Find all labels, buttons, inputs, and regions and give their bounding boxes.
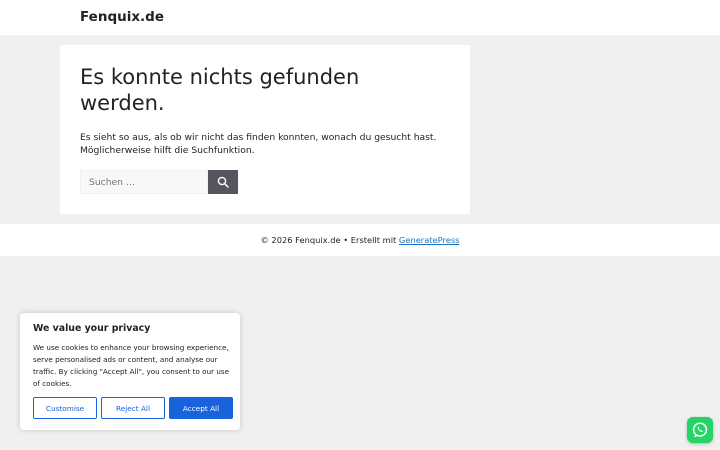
not-found-message: Es sieht so aus, als ob wir nicht das fi… [80, 131, 460, 157]
content-area: Es konnte nichts gefunden werden. Es sie… [60, 45, 470, 214]
cookie-consent-banner: We value your privacy We use cookies to … [20, 313, 240, 430]
site-title-link[interactable]: Fenquix.de [80, 9, 164, 25]
whatsapp-chat-button[interactable] [687, 417, 713, 443]
site-footer: © 2026 Fenquix.de • Erstellt mit Generat… [0, 224, 720, 256]
site-header: Fenquix.de [0, 0, 720, 35]
search-icon [217, 176, 229, 188]
customise-button[interactable]: Customise [33, 397, 97, 419]
accept-all-button[interactable]: Accept All [169, 397, 233, 419]
cookie-banner-text: We use cookies to enhance your browsing … [33, 343, 230, 388]
search-form [80, 170, 238, 194]
message-line-2: Möglicherweise hilft die Suchfunktion. [80, 145, 255, 156]
generatepress-link[interactable]: GeneratePress [399, 235, 460, 245]
whatsapp-icon [691, 421, 709, 439]
search-input[interactable] [80, 170, 208, 194]
message-line-1: Es sieht so aus, als ob wir nicht das fi… [80, 132, 437, 143]
reject-all-button[interactable]: Reject All [101, 397, 165, 419]
search-button[interactable] [208, 170, 238, 194]
cookie-button-group: Customise Reject All Accept All [33, 397, 233, 419]
cookie-banner-title: We value your privacy [33, 323, 151, 334]
page-title: Es konnte nichts gefunden werden. [80, 65, 360, 115]
footer-copyright: © 2026 Fenquix.de • Erstellt mit [260, 235, 399, 245]
